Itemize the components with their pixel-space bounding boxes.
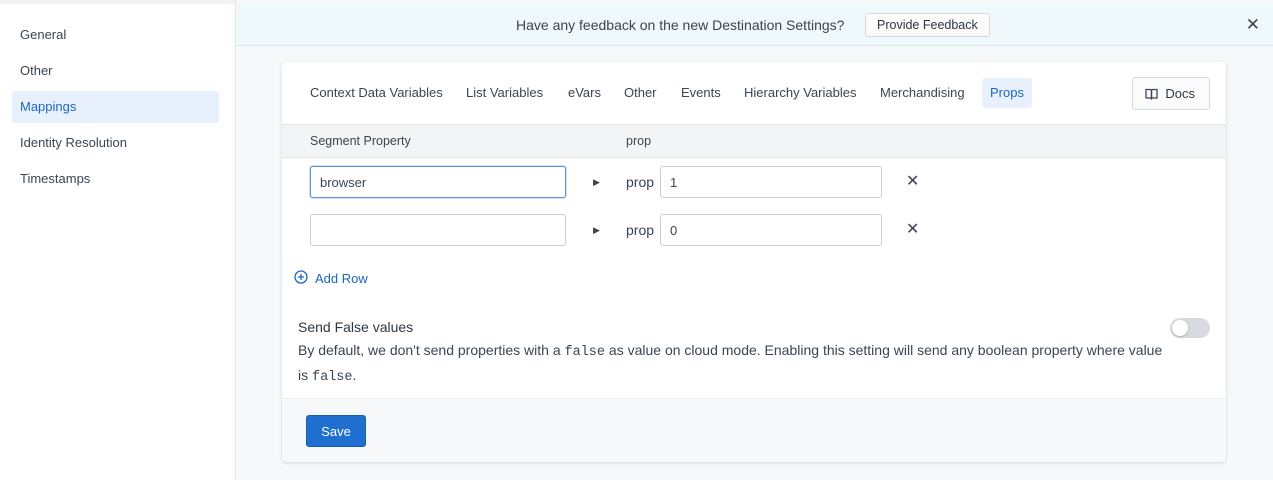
provide-feedback-button[interactable]: Provide Feedback	[865, 13, 990, 37]
sidebar-item-timestamps[interactable]: Timestamps	[12, 163, 219, 195]
code-false: false	[312, 370, 353, 385]
close-icon[interactable]: ✕	[1246, 4, 1260, 46]
sidebar: General Other Mappings Identity Resoluti…	[0, 0, 236, 480]
prop-number-input[interactable]	[660, 214, 882, 246]
caret-right-icon[interactable]: ▶	[593, 166, 600, 198]
book-icon	[1145, 88, 1159, 100]
sidebar-item-general[interactable]: General	[12, 19, 219, 51]
segment-property-input[interactable]	[310, 214, 566, 246]
save-button[interactable]: Save	[306, 415, 366, 447]
sidebar-item-other[interactable]: Other	[12, 55, 219, 87]
docs-label: Docs	[1165, 86, 1195, 101]
description-text: .	[352, 367, 357, 383]
toggle-knob	[1172, 320, 1188, 336]
tab-context-data-variables[interactable]: Context Data Variables	[302, 78, 451, 108]
card-footer: Save	[282, 398, 1226, 462]
prop-prefix-label: prop	[626, 222, 655, 238]
tab-props[interactable]: Props	[982, 78, 1032, 108]
send-false-values-title: Send False values	[298, 319, 414, 335]
plus-circle-icon	[294, 269, 308, 287]
tab-evars[interactable]: eVars	[560, 78, 609, 108]
banner-text: Have any feedback on the new Destination…	[516, 17, 845, 33]
send-false-values-description: By default, we don't send properties wit…	[298, 339, 1168, 389]
tab-list-variables[interactable]: List Variables	[458, 78, 551, 108]
table-row: ▶ prop ✕	[282, 166, 1226, 198]
prop-number-input[interactable]	[660, 166, 882, 198]
docs-button[interactable]: Docs	[1132, 77, 1210, 110]
mappings-card: Context Data Variables List Variables eV…	[282, 62, 1226, 462]
segment-property-input[interactable]	[310, 166, 566, 198]
caret-right-icon[interactable]: ▶	[593, 214, 600, 246]
column-header-prop: prop	[626, 134, 652, 148]
mapping-table-header: Segment Property prop	[282, 125, 1226, 158]
sidebar-item-identity-resolution[interactable]: Identity Resolution	[12, 127, 219, 159]
remove-row-icon[interactable]: ✕	[906, 214, 919, 246]
add-row-button[interactable]: Add Row	[294, 269, 368, 287]
description-text: By default, we don't send properties wit…	[298, 342, 565, 358]
code-false: false	[564, 345, 606, 360]
prop-prefix-label: prop	[626, 174, 655, 190]
send-false-values-toggle[interactable]	[1170, 318, 1210, 338]
tab-other[interactable]: Other	[616, 78, 665, 108]
feedback-banner: Have any feedback on the new Destination…	[236, 4, 1273, 46]
sidebar-item-mappings[interactable]: Mappings	[12, 91, 219, 123]
column-header-segment-property: Segment Property	[310, 134, 411, 148]
tab-events[interactable]: Events	[673, 78, 729, 108]
table-row: ▶ prop ✕	[282, 214, 1226, 246]
tab-hierarchy-variables[interactable]: Hierarchy Variables	[736, 78, 864, 108]
tab-bar: Context Data Variables List Variables eV…	[282, 62, 1226, 125]
remove-row-icon[interactable]: ✕	[906, 166, 919, 198]
add-row-label: Add Row	[315, 270, 368, 286]
tab-merchandising[interactable]: Merchandising	[872, 78, 973, 108]
sidebar-topbar	[0, 0, 235, 4]
